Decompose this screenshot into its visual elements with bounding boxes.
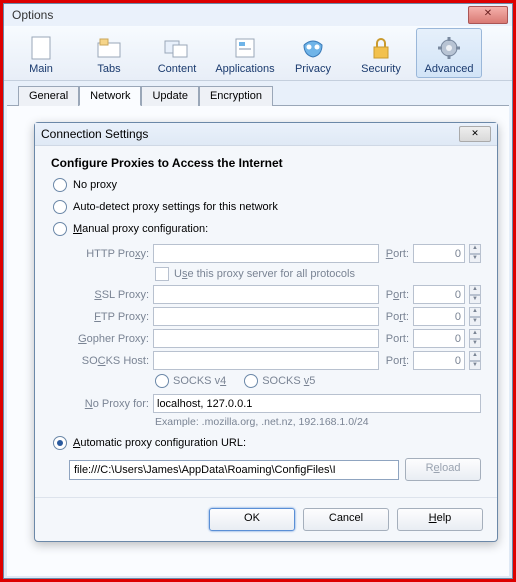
example-text: Example: .mozilla.org, .net.nz, 192.168.… — [155, 416, 481, 428]
toolbar-applications[interactable]: Applications — [212, 28, 278, 78]
ok-button[interactable]: OK — [209, 508, 295, 531]
radio-no-proxy[interactable] — [53, 178, 67, 192]
content-icon — [145, 33, 209, 63]
reload-button[interactable]: Reload — [405, 458, 481, 481]
ftp-proxy-input[interactable] — [153, 307, 379, 326]
radio-auto-detect[interactable] — [53, 200, 67, 214]
ftp-port-spinner[interactable]: ▲▼ — [469, 307, 481, 326]
mask-icon — [281, 33, 345, 63]
applications-icon — [213, 33, 277, 63]
pac-url-input[interactable] — [69, 460, 399, 480]
ssl-port-spinner[interactable]: ▲▼ — [469, 285, 481, 304]
toolbar-main[interactable]: Main — [8, 28, 74, 78]
dialog-close-button[interactable]: ✕ — [459, 126, 491, 142]
gear-icon — [417, 33, 481, 63]
no-proxy-input[interactable] — [153, 394, 481, 413]
radio-manual[interactable] — [53, 222, 67, 236]
toolbar-privacy[interactable]: Privacy — [280, 28, 346, 78]
radio-socks-v4[interactable] — [155, 374, 169, 388]
toolbar-advanced[interactable]: Advanced — [416, 28, 482, 78]
dialog-title: Connection Settings — [41, 127, 148, 141]
close-button[interactable]: ✕ — [468, 6, 508, 24]
cancel-button[interactable]: Cancel — [303, 508, 389, 531]
http-proxy-input[interactable] — [153, 244, 379, 263]
lock-icon — [349, 33, 413, 63]
ftp-port-input[interactable] — [413, 307, 465, 326]
socks-host-input[interactable] — [153, 351, 379, 370]
http-port-spinner[interactable]: ▲▼ — [469, 244, 481, 263]
dialog-heading: Configure Proxies to Access the Internet — [51, 156, 481, 170]
connection-settings-dialog: Connection Settings ✕ Configure Proxies … — [34, 122, 498, 542]
tab-network[interactable]: Network — [79, 86, 141, 106]
help-button[interactable]: Help — [397, 508, 483, 531]
radio-socks-v5[interactable] — [244, 374, 258, 388]
tab-general[interactable]: General — [18, 86, 79, 106]
gopher-proxy-input[interactable] — [153, 329, 379, 348]
window-title: Options — [12, 8, 53, 22]
http-port-input[interactable] — [413, 244, 465, 263]
tabs-icon — [77, 33, 141, 63]
ssl-proxy-input[interactable] — [153, 285, 379, 304]
socks-port-input[interactable] — [413, 351, 465, 370]
use-all-checkbox[interactable] — [155, 267, 169, 281]
toolbar: Main Tabs Content Applications Privacy S… — [4, 26, 512, 81]
radio-pac[interactable] — [53, 436, 67, 450]
ssl-port-input[interactable] — [413, 285, 465, 304]
toolbar-security[interactable]: Security — [348, 28, 414, 78]
tab-encryption[interactable]: Encryption — [199, 86, 273, 106]
toolbar-content[interactable]: Content — [144, 28, 210, 78]
tab-update[interactable]: Update — [141, 86, 198, 106]
gopher-port-input[interactable] — [413, 329, 465, 348]
gopher-port-spinner[interactable]: ▲▼ — [469, 329, 481, 348]
socks-port-spinner[interactable]: ▲▼ — [469, 351, 481, 370]
page-icon — [9, 33, 73, 63]
toolbar-tabs[interactable]: Tabs — [76, 28, 142, 78]
